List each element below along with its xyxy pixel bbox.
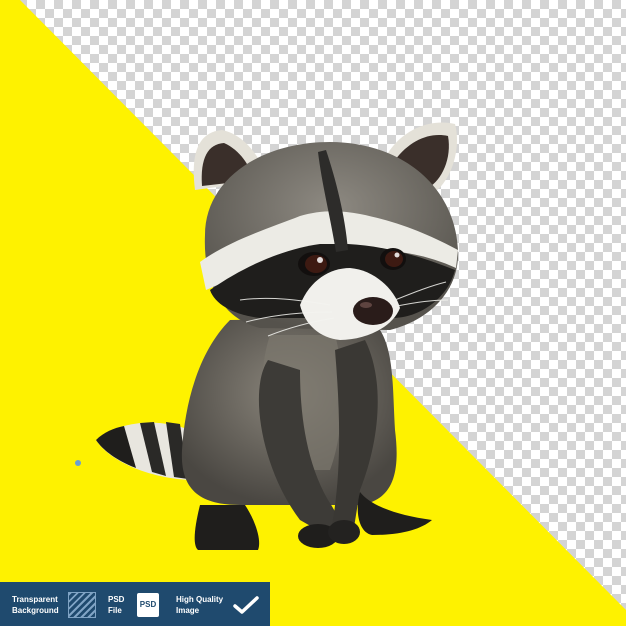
transparent-background-label-line1: Transparent xyxy=(12,595,58,604)
checkmark-icon xyxy=(233,596,259,614)
raccoon-head xyxy=(193,122,459,340)
psd-file-label-line2: File xyxy=(108,606,122,615)
psd-file-label-line1: PSD xyxy=(108,595,125,604)
psd-file-icon: PSD xyxy=(137,593,159,617)
raccoon-nose xyxy=(353,297,393,325)
high-quality-label-line2: Image xyxy=(176,606,200,615)
transparent-background-label-line2: Background xyxy=(12,606,59,615)
high-quality-label-line1: High Quality xyxy=(176,595,224,604)
diagonal-hatch-icon xyxy=(68,592,96,618)
product-preview-canvas xyxy=(0,0,626,626)
feature-badges-bar: Transparent Background PSD File PSD High… xyxy=(0,582,270,626)
